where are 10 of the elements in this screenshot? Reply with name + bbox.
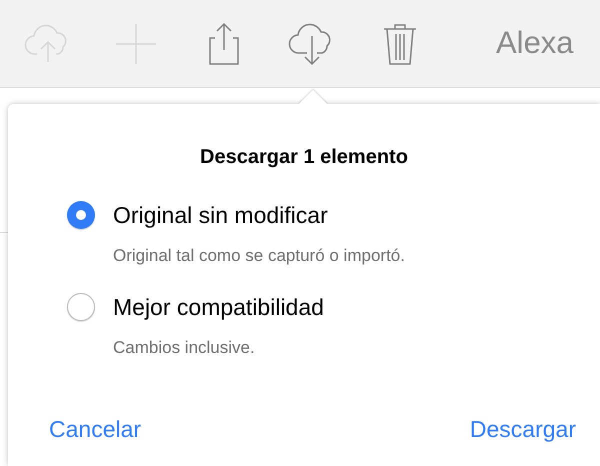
option-label[interactable]: Original sin modificar [113, 198, 328, 232]
radio-button[interactable] [67, 293, 95, 322]
option-label[interactable]: Mejor compatibilidad [113, 290, 324, 324]
popover-title: Descargar 1 elemento [200, 145, 408, 170]
option-description: Original tal como se capturó o importó. [113, 244, 405, 266]
option-description: Cambios inclusive. [113, 336, 255, 358]
radio-button[interactable] [67, 201, 95, 230]
user-name: Alexa [496, 24, 574, 62]
download-button[interactable]: Descargar [470, 412, 576, 446]
cancel-button[interactable]: Cancelar [49, 412, 142, 446]
